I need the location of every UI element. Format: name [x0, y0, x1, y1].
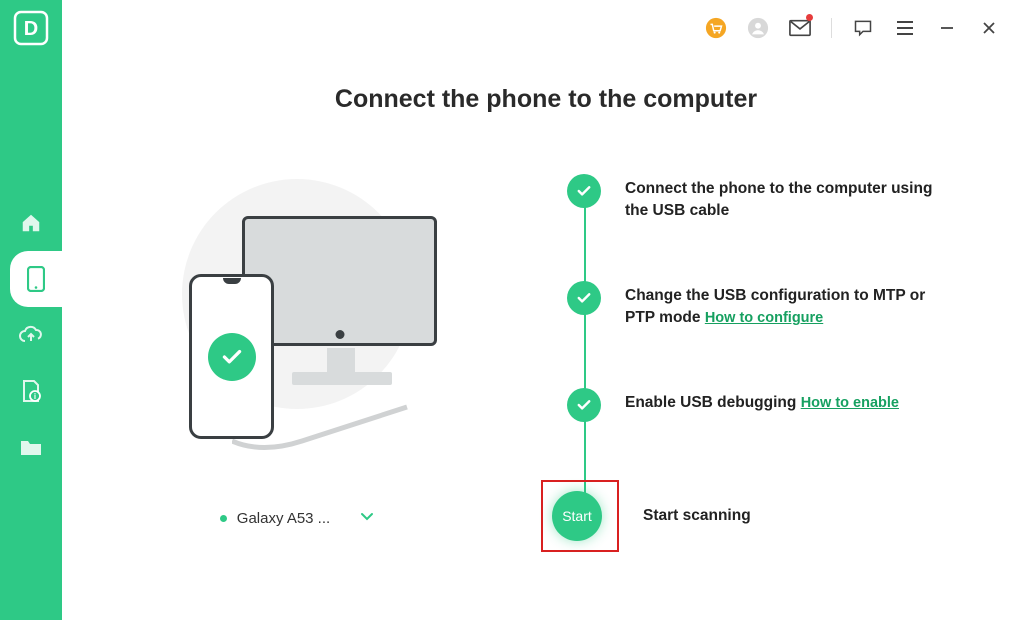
folder-icon: [19, 437, 43, 457]
sidebar-item-home[interactable]: [0, 195, 62, 251]
step-1-check: [567, 174, 601, 208]
cloud-icon: [19, 325, 43, 345]
start-button-label: Start: [562, 508, 592, 524]
check-icon: [219, 344, 245, 370]
start-button[interactable]: Start: [552, 491, 602, 541]
app-logo: D: [0, 0, 62, 55]
sidebar-item-file-info[interactable]: i: [0, 363, 62, 419]
file-info-icon: i: [20, 379, 42, 403]
svg-text:i: i: [34, 392, 36, 401]
start-scanning-label: Start scanning: [643, 507, 751, 525]
sidebar: D i: [0, 0, 62, 620]
step-2-text: Change the USB configuration to MTP or P…: [625, 281, 945, 330]
step-1: Connect the phone to the computer using …: [567, 174, 1030, 223]
logo-icon: D: [13, 10, 49, 46]
check-badge: [208, 333, 256, 381]
chevron-down-icon: [360, 509, 374, 527]
phone-icon: [27, 266, 45, 292]
start-row: Start Start scanning: [541, 480, 1030, 552]
step-3: Enable USB debugging How to enable: [567, 388, 1030, 422]
page-title: Connect the phone to the computer: [62, 85, 1030, 114]
highlight-box: Start: [541, 480, 619, 552]
sidebar-item-folder[interactable]: [0, 419, 62, 475]
check-icon: [575, 396, 593, 414]
step-3-text-label: Enable USB debugging: [625, 394, 796, 411]
step-2-link[interactable]: How to configure: [705, 310, 823, 326]
device-select[interactable]: Galaxy A53 ...: [220, 509, 374, 527]
step-3-check: [567, 388, 601, 422]
step-2: Change the USB configuration to MTP or P…: [567, 281, 1030, 330]
check-icon: [575, 182, 593, 200]
step-3-text: Enable USB debugging How to enable: [625, 388, 899, 414]
sidebar-item-cloud[interactable]: [0, 307, 62, 363]
step-2-check: [567, 281, 601, 315]
content-area: Connect the phone to the computer: [62, 0, 1030, 620]
device-name-label: Galaxy A53 ...: [237, 510, 330, 527]
phone-graphic: [189, 274, 274, 439]
svg-text:D: D: [24, 18, 38, 40]
connection-illustration: [127, 174, 467, 454]
check-icon: [575, 289, 593, 307]
steps-connector-line: [584, 204, 586, 499]
sidebar-item-phone[interactable]: [10, 251, 62, 307]
step-1-text: Connect the phone to the computer using …: [625, 174, 945, 223]
home-icon: [20, 212, 42, 234]
step-3-link[interactable]: How to enable: [801, 395, 899, 411]
device-status-dot: [220, 515, 227, 522]
